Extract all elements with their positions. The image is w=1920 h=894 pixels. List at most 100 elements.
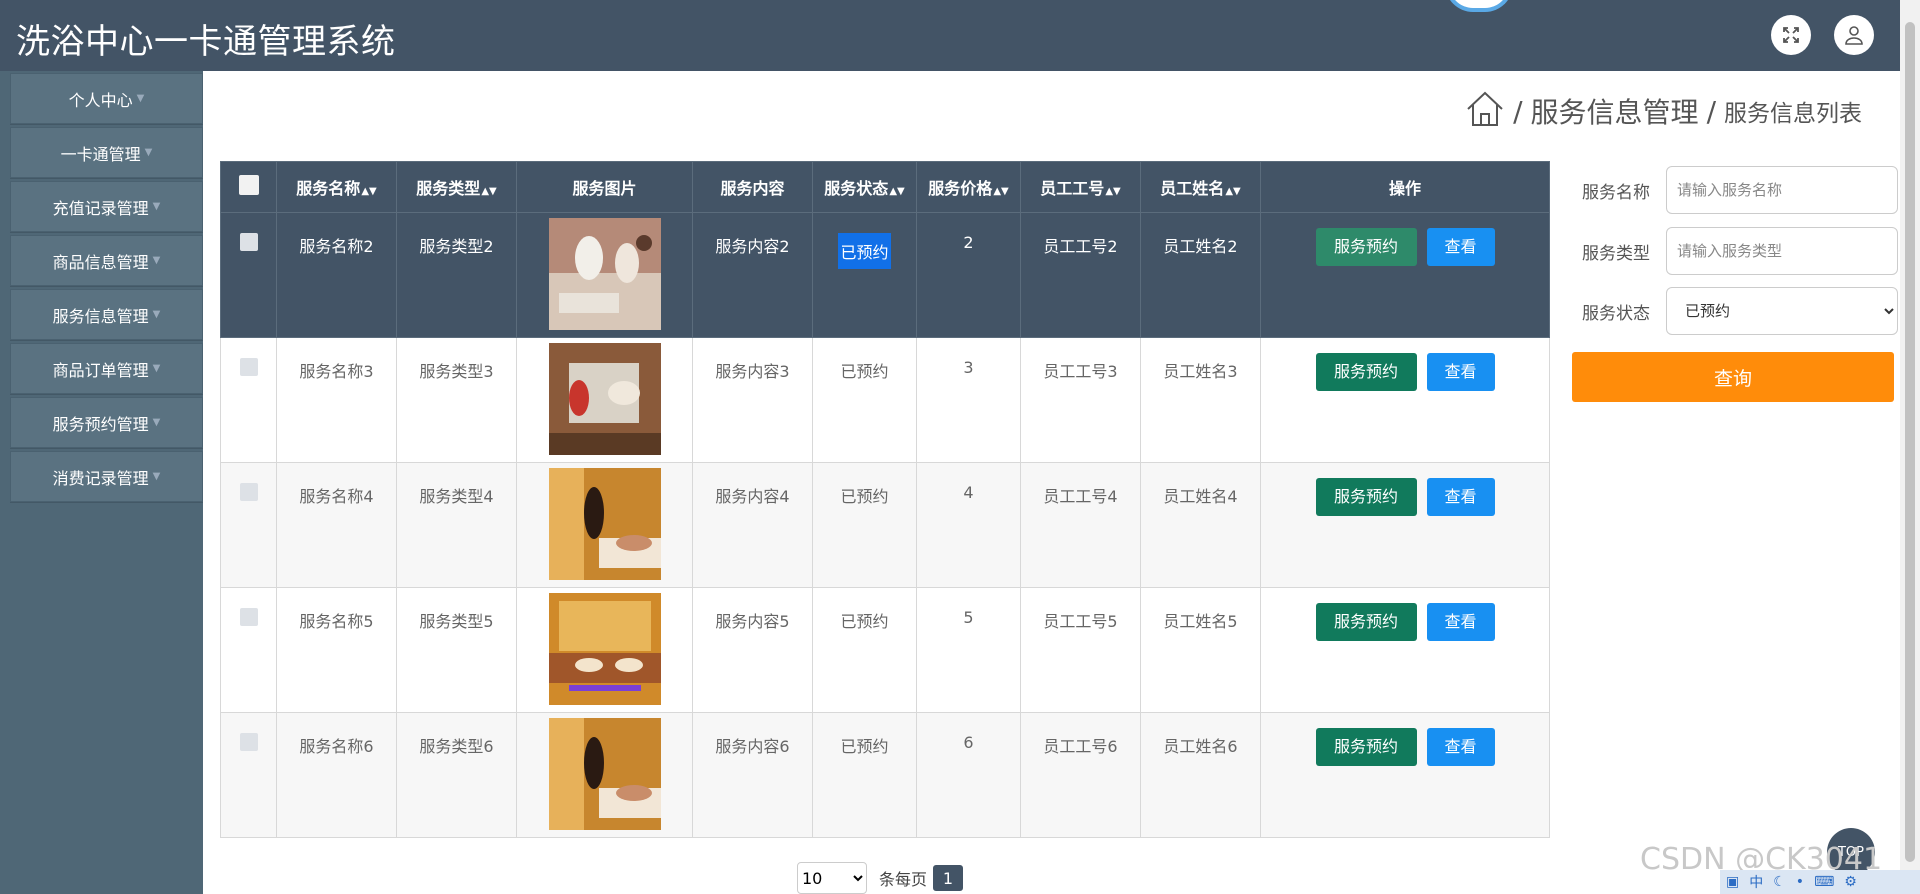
book-service-button[interactable]: 服务预约 (1315, 603, 1417, 641)
query-button[interactable]: 查询 (1572, 352, 1894, 402)
cell-service-price: 5 (916, 587, 1021, 713)
cell-service-name: 服务名称3 (276, 337, 397, 463)
sort-icon[interactable]: ▲▼ (993, 186, 1008, 197)
row-select-cell (220, 587, 277, 713)
cell-service-price: 6 (916, 712, 1021, 838)
row-checkbox[interactable] (239, 608, 258, 626)
sidebar-item-consumption-records[interactable]: 消费记录管理 ▼ (10, 451, 203, 502)
ime-settings-icon[interactable]: ⚙ (1844, 874, 1857, 890)
column-header-name[interactable]: 服务名称▲▼ (276, 161, 397, 213)
row-checkbox[interactable] (239, 233, 258, 251)
cell-service-status: 已预约 (812, 337, 917, 463)
cell-service-name: 服务名称6 (276, 712, 397, 838)
sort-icon[interactable]: ▲▼ (889, 186, 904, 197)
sort-icon[interactable]: ▲▼ (1225, 186, 1240, 197)
view-button[interactable]: 查看 (1426, 603, 1495, 641)
book-service-button[interactable]: 服务预约 (1315, 228, 1417, 266)
table-row[interactable]: 服务名称6 服务类型6 服务内容6 已预约 6 员工工号6 员工姓名6 服务预约… (220, 712, 1550, 838)
view-button[interactable]: 查看 (1426, 728, 1495, 766)
cell-employee-name: 员工姓名5 (1140, 587, 1261, 713)
header-decoration (1445, 0, 1513, 12)
view-button[interactable]: 查看 (1426, 478, 1495, 516)
sidebar-item-product-orders[interactable]: 商品订单管理 ▼ (10, 343, 203, 394)
sort-icon[interactable]: ▲▼ (1105, 186, 1120, 197)
cell-service-price: 4 (916, 462, 1021, 588)
home-icon[interactable] (1465, 90, 1505, 132)
cell-employee-no: 员工工号3 (1020, 337, 1141, 463)
cell-service-type: 服务类型4 (396, 462, 517, 588)
cell-service-status: 已预约 (812, 587, 917, 713)
cell-service-content: 服务内容4 (692, 462, 813, 588)
cell-actions: 服务预约 查看 (1260, 587, 1550, 713)
ime-moon-icon[interactable]: ☾ (1773, 874, 1786, 890)
breadcrumb-separator: / (1706, 94, 1716, 128)
cell-service-type: 服务类型6 (396, 712, 517, 838)
breadcrumb-separator: / (1513, 94, 1523, 128)
sort-icon[interactable]: ▲▼ (481, 186, 496, 197)
chevron-down-icon: ▼ (152, 255, 161, 266)
select-all-cell (220, 161, 277, 213)
column-header-price[interactable]: 服务价格▲▼ (916, 161, 1021, 213)
cell-service-type: 服务类型3 (396, 337, 517, 463)
pagination: 10 条每页 1 (797, 862, 964, 894)
ime-keyboard-icon[interactable]: ⌨ (1814, 874, 1834, 890)
sort-icon[interactable]: ▲▼ (361, 186, 376, 197)
service-image[interactable] (548, 593, 661, 705)
page-number-current[interactable]: 1 (933, 865, 964, 891)
row-checkbox[interactable] (239, 483, 258, 501)
book-service-button[interactable]: 服务预约 (1315, 728, 1417, 766)
sidebar: 个人中心 ▼ 一卡通管理 ▼ 充值记录管理 ▼ 商品信息管理 ▼ 服务信息管理 ▼ 商品订… (0, 71, 203, 894)
user-icon[interactable] (1834, 15, 1874, 55)
service-status-select[interactable]: 已预约 (1666, 287, 1898, 335)
cell-service-status: 已预约 (812, 462, 917, 588)
column-header-type[interactable]: 服务类型▲▼ (396, 161, 517, 213)
table-row[interactable]: 服务名称4 服务类型4 服务内容4 已预约 4 员工工号4 员工姓名4 服务预约… (220, 462, 1550, 588)
service-image[interactable] (548, 468, 661, 580)
ime-toolbar[interactable]: ▣ 中 ☾ • ⌨ ⚙ (1720, 870, 1920, 894)
cell-service-type: 服务类型5 (396, 587, 517, 713)
fullscreen-icon[interactable] (1771, 15, 1811, 55)
service-image[interactable] (548, 218, 661, 330)
page-size-select[interactable]: 10 (797, 862, 867, 894)
select-all-checkbox[interactable] (238, 175, 259, 195)
column-header-status[interactable]: 服务状态▲▼ (812, 161, 917, 213)
sidebar-item-recharge-records[interactable]: 充值记录管理 ▼ (10, 181, 203, 232)
book-service-button[interactable]: 服务预约 (1315, 353, 1417, 391)
view-button[interactable]: 查看 (1426, 228, 1495, 266)
row-select-cell (220, 337, 277, 463)
view-button[interactable]: 查看 (1426, 353, 1495, 391)
sidebar-item-service-booking[interactable]: 服务预约管理 ▼ (10, 397, 203, 448)
cell-employee-no: 员工工号2 (1020, 212, 1141, 338)
service-image[interactable] (548, 343, 661, 455)
cell-service-name: 服务名称2 (276, 212, 397, 338)
sidebar-item-personal-center[interactable]: 个人中心 ▼ (10, 73, 203, 124)
cell-employee-no: 员工工号5 (1020, 587, 1141, 713)
column-header-employee-no[interactable]: 员工工号▲▼ (1020, 161, 1141, 213)
service-image[interactable] (548, 718, 661, 830)
book-service-button[interactable]: 服务预约 (1315, 478, 1417, 516)
filter-name-label: 服务名称 (1582, 183, 1650, 203)
table-row[interactable]: 服务名称2 服务类型2 服务内容2 已预约 2 员工工号2 员工姓名2 服务预约… (220, 212, 1550, 338)
ime-logo-icon[interactable]: ▣ (1726, 874, 1739, 890)
row-select-cell (220, 712, 277, 838)
ime-punctuation-icon[interactable]: • (1796, 874, 1804, 890)
cell-service-name: 服务名称4 (276, 462, 397, 588)
sidebar-item-service-info[interactable]: 服务信息管理 ▼ (10, 289, 203, 340)
row-checkbox[interactable] (239, 358, 258, 376)
sidebar-item-card-management[interactable]: 一卡通管理 ▼ (10, 127, 203, 178)
table-row[interactable]: 服务名称5 服务类型5 服务内容5 已预约 5 员工工号5 员工姓名5 服务预约… (220, 587, 1550, 713)
service-type-input[interactable] (1666, 227, 1898, 275)
page-scrollbar[interactable] (1900, 0, 1920, 894)
breadcrumb-section[interactable]: 服务信息管理 (1531, 91, 1699, 131)
cell-actions: 服务预约 查看 (1260, 462, 1550, 588)
cell-service-content: 服务内容6 (692, 712, 813, 838)
cell-service-content: 服务内容2 (692, 212, 813, 338)
ime-chinese-mode-icon[interactable]: 中 (1749, 872, 1763, 892)
sidebar-item-product-info[interactable]: 商品信息管理 ▼ (10, 235, 203, 286)
service-name-input[interactable] (1666, 166, 1898, 214)
row-checkbox[interactable] (239, 733, 258, 751)
column-header-employee-name[interactable]: 员工姓名▲▼ (1140, 161, 1261, 213)
cell-service-content: 服务内容5 (692, 587, 813, 713)
cell-service-image (516, 212, 693, 338)
table-row[interactable]: 服务名称3 服务类型3 服务内容3 已预约 3 员工工号3 员工姓名3 服务预约… (220, 337, 1550, 463)
